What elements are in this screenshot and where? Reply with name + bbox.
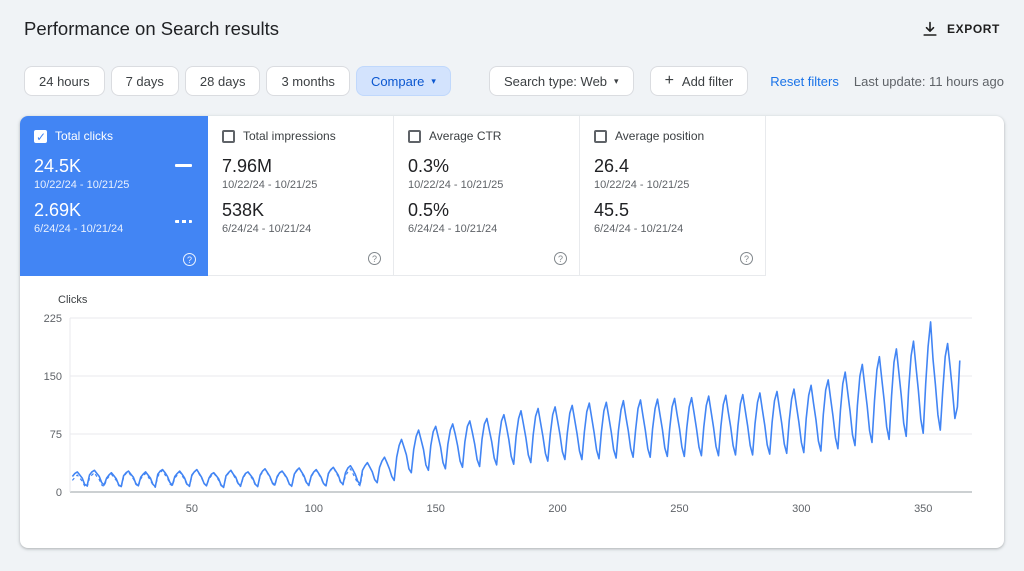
add-filter-label: Add filter — [681, 73, 734, 89]
metric-head: Average CTR — [408, 129, 565, 143]
help-icon[interactable]: ? — [183, 253, 196, 266]
svg-text:250: 250 — [670, 503, 688, 515]
metric-label: Total clicks — [55, 129, 114, 143]
checkbox-unchecked-icon[interactable] — [594, 129, 607, 143]
checkbox-unchecked-icon[interactable] — [408, 129, 421, 143]
metric-value-previous: 45.5 — [594, 200, 630, 220]
metric-range-previous: 6/24/24 - 10/21/24 — [408, 223, 498, 235]
metric-head: Total clicks — [34, 129, 194, 144]
date-range-7-days[interactable]: 7 days — [110, 66, 179, 96]
metric-value-current: 7.96M — [222, 156, 273, 176]
metric-card-average-ctr[interactable]: Average CTR 0.3% 10/22/24 - 10/21/25 0.5… — [394, 116, 580, 276]
metric-range-previous: 6/24/24 - 10/21/24 — [222, 223, 312, 235]
svg-text:300: 300 — [792, 503, 810, 515]
compare-button[interactable]: Compare ▾ — [355, 66, 451, 96]
date-range-24-hours[interactable]: 24 hours — [24, 66, 105, 96]
metric-value-current: 26.4 — [594, 156, 630, 176]
metric-label: Total impressions — [243, 129, 336, 143]
clicks-line-chart: 0 75 150 225 50 100 150 200 250 300 350 — [44, 313, 972, 515]
metric-card-total-clicks[interactable]: Total clicks 24.5K 10/22/24 - 10/21/25 2… — [20, 116, 208, 276]
metric-range-current: 10/22/24 - 10/21/25 — [34, 179, 130, 191]
page-header: Performance on Search results EXPORT — [0, 0, 1024, 40]
metric-value-previous: 0.5% — [408, 200, 450, 220]
svg-text:100: 100 — [305, 503, 323, 515]
search-type-dropdown[interactable]: Search type: Web ▾ — [488, 66, 634, 96]
help-icon[interactable]: ? — [740, 252, 753, 265]
metric-range-current: 10/22/24 - 10/21/25 — [222, 179, 318, 191]
chevron-down-icon: ▾ — [614, 75, 619, 86]
reset-filters-link[interactable]: Reset filters — [770, 74, 839, 89]
metric-range-current: 10/22/24 - 10/21/25 — [594, 179, 690, 191]
plus-icon: + — [664, 72, 674, 89]
chart-y-axis-title: Clicks — [58, 294, 88, 306]
performance-card: Total clicks 24.5K 10/22/24 - 10/21/25 2… — [20, 116, 1004, 548]
metric-value-previous: 2.69K — [34, 200, 82, 220]
last-update-text: Last update: 11 hours ago — [853, 73, 1004, 89]
help-icon[interactable]: ? — [368, 252, 381, 265]
filter-bar: 24 hours 7 days 28 days 3 months Compare… — [24, 66, 1004, 96]
svg-text:150: 150 — [426, 503, 444, 515]
add-filter-button[interactable]: + Add filter — [649, 66, 749, 96]
help-icon[interactable]: ? — [554, 252, 567, 265]
export-button[interactable]: EXPORT — [921, 20, 1000, 38]
svg-text:50: 50 — [186, 503, 198, 515]
page-title: Performance on Search results — [24, 18, 280, 39]
metric-card-total-impressions[interactable]: Total impressions 7.96M 10/22/24 - 10/21… — [208, 116, 394, 276]
svg-text:225: 225 — [44, 313, 62, 325]
date-range-28-days[interactable]: 28 days — [184, 66, 261, 96]
metric-range-previous: 6/24/24 - 10/21/24 — [594, 223, 684, 235]
checkbox-unchecked-icon[interactable] — [222, 129, 235, 143]
chevron-down-icon: ▾ — [431, 75, 436, 86]
svg-text:350: 350 — [914, 503, 932, 515]
checkbox-checked-icon[interactable] — [34, 129, 47, 144]
svg-text:75: 75 — [50, 429, 62, 441]
svg-text:0: 0 — [56, 487, 62, 499]
svg-text:150: 150 — [44, 371, 62, 383]
metric-range-current: 10/22/24 - 10/21/25 — [408, 179, 504, 191]
metric-label: Average position — [615, 129, 705, 143]
metric-cards-row: Total clicks 24.5K 10/22/24 - 10/21/25 2… — [20, 116, 1004, 276]
metric-head: Average position — [594, 129, 751, 143]
solid-line-indicator — [175, 164, 192, 167]
metric-value-current: 0.3% — [408, 156, 450, 176]
compare-label: Compare — [370, 73, 425, 89]
svg-text:200: 200 — [548, 503, 566, 515]
search-type-label: Search type: Web — [503, 73, 608, 89]
metric-range-previous: 6/24/24 - 10/21/24 — [34, 223, 124, 235]
download-icon — [921, 20, 939, 38]
metric-label: Average CTR — [429, 129, 502, 143]
chart-section: Clicks 0 75 150 225 50 100 150 200 250 300 350 — [20, 276, 1004, 522]
metric-value-previous: 538K — [222, 200, 265, 220]
date-range-3-months[interactable]: 3 months — [266, 66, 350, 96]
metric-value-current: 24.5K — [34, 156, 82, 176]
dashed-line-indicator — [175, 220, 192, 223]
metric-head: Total impressions — [222, 129, 379, 143]
metric-card-average-position[interactable]: Average position 26.4 10/22/24 - 10/21/2… — [580, 116, 766, 276]
export-label: EXPORT — [947, 22, 1000, 36]
